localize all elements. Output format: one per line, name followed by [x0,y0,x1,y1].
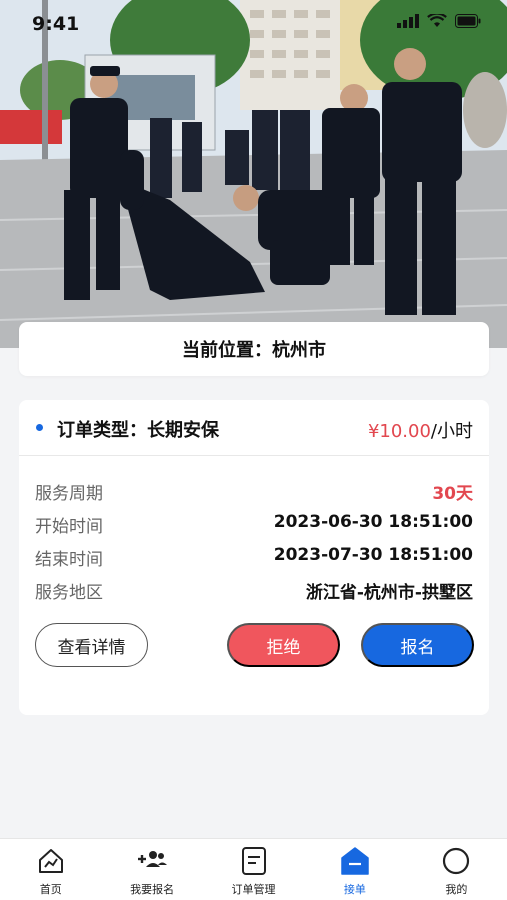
info-key: 结束时间 [35,550,103,570]
signal-icon [397,14,419,28]
view-details-button[interactable]: 查看详情 [35,623,148,667]
info-row-region: 服务地区 浙江省-杭州市-拱墅区 [35,578,473,603]
bottom-tab-bar: 首页 我要报名 订单管理 接单 我的 [0,838,507,900]
info-key: 开始时间 [35,517,103,537]
hero-image [0,0,507,348]
profile-circle-icon [443,847,470,875]
info-key: 服务地区 [35,583,103,603]
home-chart-icon [38,849,63,873]
security-guards-photo [0,0,507,348]
info-value: 2023-06-30 18:51:00 [273,512,473,532]
order-document-icon [241,847,266,875]
status-time: 9:41 [32,13,80,35]
wifi-icon [427,14,447,27]
current-location-label: 当前位置：杭州市 [182,340,326,361]
tab-label: 接单 [343,883,366,896]
reject-button[interactable]: 拒绝 [227,623,340,667]
add-user-icon [138,851,168,867]
tab-profile[interactable]: 我的 [406,839,507,900]
order-price: ¥10.00/小时 [368,417,473,443]
tab-order-management[interactable]: 订单管理 [203,839,304,900]
order-header: 订单类型：长期安保 ¥10.00/小时 [19,400,489,456]
info-row-start-time: 开始时间 2023-06-30 18:51:00 [35,512,473,537]
info-value: 浙江省-杭州市-拱墅区 [305,583,473,603]
price-amount: ¥10.00 [367,421,431,442]
info-value: 2023-07-30 18:51:00 [273,545,473,565]
tab-label: 首页 [39,883,62,896]
tab-home[interactable]: 首页 [0,839,101,900]
info-row-end-time: 结束时间 2023-07-30 18:51:00 [35,545,473,570]
tab-label: 我的 [445,883,468,896]
bullet-dot-icon [36,424,43,431]
battery-icon [455,14,481,28]
current-location: 当前位置：杭州市 [19,322,489,376]
info-key: 服务周期 [35,484,103,504]
apply-button[interactable]: 报名 [361,623,474,667]
info-value: 30天 [432,484,473,504]
status-bar: 9:41 [0,0,507,48]
tab-signup[interactable]: 我要报名 [101,839,202,900]
take-order-icon [341,847,369,875]
info-row-period: 服务周期 30天 [35,479,473,504]
tab-take-order[interactable]: 接单 [304,839,405,900]
order-type: 订单类型：长期安保 [57,420,219,441]
tab-label: 订单管理 [231,883,276,896]
tab-label: 我要报名 [130,883,175,896]
price-unit: /小时 [430,421,473,442]
order-card: 订单类型：长期安保 ¥10.00/小时 服务周期 30天 开始时间 2023-0… [19,400,489,715]
